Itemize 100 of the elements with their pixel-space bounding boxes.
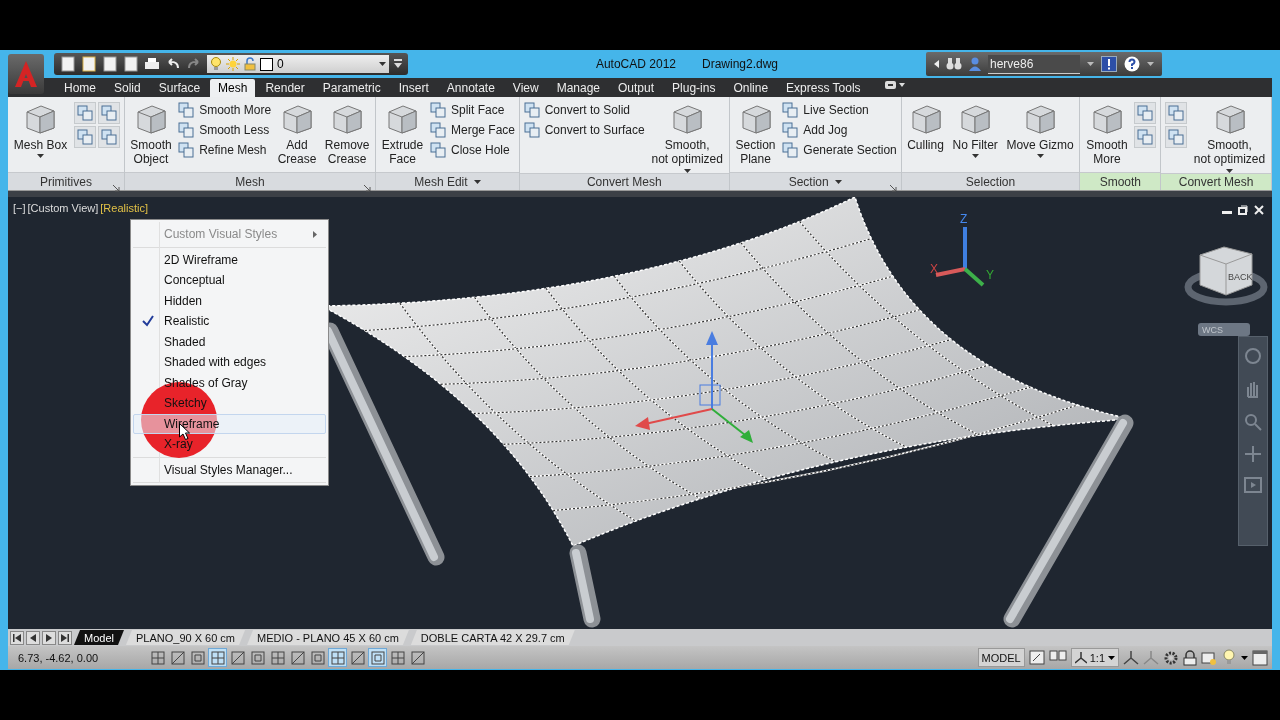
ribbon-icon-button[interactable] [1134,102,1157,124]
ribbon-tool-button[interactable]: Move Gizmo [1004,102,1076,159]
ribbon-tool-button[interactable]: Remove Crease [322,102,372,167]
ribbon-tab[interactable]: Solid [106,79,149,97]
ribbon-tool-button[interactable]: Split Face [430,102,515,118]
viewport-control[interactable]: [Custom View] [27,202,99,214]
zoom-icon[interactable] [1244,413,1262,431]
ribbon-tab[interactable]: Output [610,79,663,97]
printer-icon[interactable] [144,56,160,72]
quick-view-layouts-icon[interactable] [1028,649,1045,666]
alert-icon[interactable] [1101,56,1117,72]
ribbon-tool-button[interactable]: Smooth More [1084,102,1130,167]
drafting-toggle[interactable] [408,648,427,667]
ribbon-tab[interactable]: Manage [548,79,608,97]
ribbon-tool-button[interactable]: Smooth More [178,102,272,118]
menu-item[interactable]: Hidden [133,290,326,311]
drafting-toggle[interactable] [308,648,327,667]
padlock-icon[interactable] [1183,649,1197,666]
binoculars-icon[interactable] [946,57,962,71]
ribbon-tool-button[interactable]: Smooth Less [178,122,272,138]
annotation-visibility-icon[interactable] [1123,649,1139,666]
toolbar-dropdown-icon[interactable] [394,59,402,69]
drafting-toggle[interactable] [148,648,167,667]
annotation-scale-button[interactable]: 1:1 [1070,648,1119,667]
ribbon-tool-button[interactable]: Smooth, not optimized [1191,102,1268,173]
drafting-toggle[interactable] [328,648,347,667]
ribbon-icon-button[interactable] [74,102,96,124]
minimize-ribbon-icon[interactable] [884,80,905,90]
ribbon-tab[interactable]: Online [725,79,777,97]
ribbon-icon-button[interactable] [1165,126,1187,148]
drafting-toggle[interactable] [228,648,247,667]
ribbon-icon-button[interactable] [98,102,120,124]
drafting-toggle[interactable] [348,648,367,667]
drafting-toggle[interactable] [188,648,207,667]
ribbon-tool-button[interactable]: Smooth, not optimized [649,102,725,173]
user-field[interactable]: herve86 [988,54,1080,74]
ribbon-tool-button[interactable]: Refine Mesh [178,142,272,158]
drafting-toggle[interactable] [208,648,227,667]
ribbon-tab[interactable]: Home [56,79,104,97]
menu-item[interactable]: X-ray [133,434,326,455]
ribbon-tab[interactable]: Surface [150,79,209,97]
viewcube[interactable] [1199,246,1253,296]
ribbon-tool-button[interactable]: Generate Section [782,142,897,158]
restore-icon[interactable] [1238,205,1248,215]
ribbon-icon-button[interactable] [98,126,120,148]
drafting-toggle[interactable] [168,648,187,667]
ribbon-icon-button[interactable] [1134,126,1157,148]
ribbon-tab[interactable]: Express Tools [778,79,869,97]
ribbon-tab[interactable]: Insert [390,79,437,97]
ribbon-tool-button[interactable]: Add Jog [782,122,897,138]
launcher-arrow-icon[interactable] [112,185,120,192]
viewport-control[interactable]: [−] [13,202,26,214]
orbit-icon[interactable] [1244,445,1262,463]
first-tab-arrow-icon[interactable] [13,633,21,642]
ribbon-tab[interactable]: View [504,79,547,97]
menu-item[interactable]: Shaded [133,331,326,352]
ribbon-tab[interactable]: Parametric [314,79,389,97]
steering-wheel-icon[interactable] [1244,347,1262,365]
new-file-icon[interactable] [60,56,76,72]
layout-tab[interactable]: Model [74,630,124,645]
ribbon-tool-button[interactable]: Mesh Box [11,102,70,159]
menu-item[interactable]: Realistic [133,311,326,332]
launcher-arrow-icon[interactable] [364,185,371,192]
ribbon-tool-button[interactable]: Section Plane [733,102,778,167]
ribbon-tab[interactable]: Annotate [438,79,503,97]
ribbon-tool-button[interactable]: Live Section [782,102,897,118]
left-arrow-icon[interactable] [934,60,939,68]
previous-tab-arrow-icon[interactable] [29,633,37,642]
drafting-toggle[interactable] [248,648,267,667]
showmotion-icon[interactable] [1244,477,1262,493]
ribbon-icon-button[interactable] [1165,102,1187,124]
drafting-toggle[interactable] [388,648,407,667]
lightbulb-icon[interactable] [1221,648,1237,667]
ribbon-tool-button[interactable]: No Filter [950,102,1000,159]
ribbon-tab[interactable]: Plug-ins [664,79,724,97]
help-icon[interactable] [1124,56,1140,72]
ribbon-tab[interactable]: Mesh [210,79,256,97]
layout-tab[interactable]: PLANO_90 X 60 cm [125,630,246,645]
viewport-control[interactable]: [Realistic] [100,202,148,214]
ribbon-tool-button[interactable]: Culling [905,102,946,153]
clean-screen-icon[interactable] [1252,649,1268,666]
ribbon-tool-button[interactable]: Close Hole [430,142,515,158]
gear-icon[interactable] [1163,649,1179,666]
layout-tab[interactable]: MEDIO - PLANO 45 X 60 cm [247,630,409,645]
ribbon-tool-button[interactable]: Convert to Solid [523,102,645,118]
menu-item[interactable]: Shaded with edges [133,352,326,373]
launcher-arrow-icon[interactable] [889,185,897,192]
close-icon[interactable] [1254,205,1264,215]
layer-dropdown[interactable]: 0 [207,55,389,73]
menu-item[interactable]: Visual Styles Manager... [133,459,326,480]
model-space-button[interactable]: MODEL [977,648,1025,667]
layout-tab[interactable]: DOBLE CARTA 42 X 29.7 cm [410,630,575,645]
ribbon-tool-button[interactable]: Merge Face [430,122,515,138]
drafting-toggle[interactable] [268,648,287,667]
ribbon-tool-button[interactable]: Smooth Object [128,102,174,167]
next-tab-arrow-icon[interactable] [45,633,53,642]
menu-item[interactable]: Wireframe [133,413,326,434]
ribbon-tab[interactable]: Render [257,79,313,97]
menu-item[interactable]: Conceptual [133,270,326,291]
ribbon-tool-button[interactable]: Add Crease [275,102,319,167]
